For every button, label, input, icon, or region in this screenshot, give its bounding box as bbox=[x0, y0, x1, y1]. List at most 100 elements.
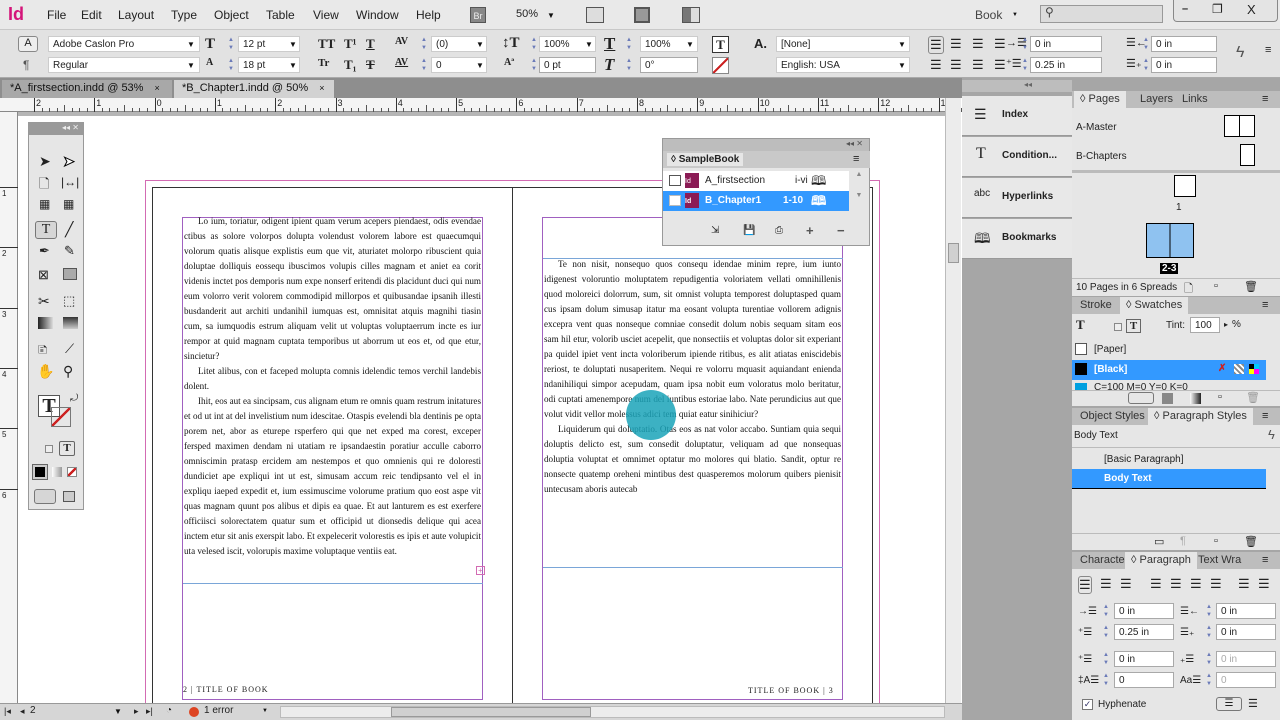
paragraph-composer-icon[interactable]: ☰ bbox=[1248, 697, 1258, 710]
close-tab-icon[interactable]: × bbox=[319, 83, 324, 93]
font-size-dropdown-icon[interactable]: ▼ bbox=[289, 40, 297, 49]
strikethrough-button[interactable]: T bbox=[366, 57, 375, 73]
small-caps-button[interactable]: Tr bbox=[318, 57, 329, 69]
pencil-tool-icon[interactable]: ✎ bbox=[64, 243, 75, 259]
kerning-stepper[interactable]: ▲ ▼ bbox=[420, 36, 428, 52]
show-color-swatches-icon[interactable] bbox=[1162, 393, 1173, 404]
align-left-button[interactable]: ☰ bbox=[928, 36, 944, 54]
screen-mode-icon[interactable] bbox=[634, 7, 650, 23]
book-item-b-chapter1[interactable]: Id B_Chapter1 1-10 🕮 bbox=[663, 191, 849, 211]
first-line-indent-field[interactable]: 0.25 in bbox=[1114, 624, 1174, 640]
tools-panel-header[interactable]: ◂◂ ✕ bbox=[29, 123, 83, 135]
new-style-icon[interactable]: ▫ bbox=[1214, 535, 1218, 547]
rectangle-frame-tool-icon[interactable]: ⊠ bbox=[38, 267, 49, 283]
baseline-shift-field[interactable]: 0 pt bbox=[539, 57, 596, 73]
justify-right-button[interactable]: ☰ bbox=[972, 57, 984, 73]
pen-tool-icon[interactable]: ✒ bbox=[39, 243, 50, 259]
rectangle-tool-icon[interactable] bbox=[63, 268, 77, 280]
align-towards-spine-button[interactable]: ☰ bbox=[994, 36, 1006, 52]
last-line-indent-stepper[interactable]: ▲ ▼ bbox=[1142, 57, 1150, 73]
last-line-indent-stepper[interactable]: ▲ ▼ bbox=[1205, 624, 1213, 640]
style-source-icon[interactable] bbox=[669, 175, 681, 186]
tab-links[interactable]: Links bbox=[1176, 91, 1214, 108]
vertical-scale-dropdown-icon[interactable]: ▼ bbox=[585, 40, 593, 49]
tab-swatches[interactable]: ◊ Swatches bbox=[1120, 297, 1189, 314]
zoom-dropdown-icon[interactable]: ▼ bbox=[547, 11, 555, 20]
pages-divider[interactable] bbox=[1072, 170, 1280, 173]
content-collector-icon[interactable]: ▦ bbox=[39, 197, 50, 211]
text-fill-stroke-icon[interactable]: T bbox=[1076, 317, 1098, 337]
dock-item-conditional-text[interactable]: T Condition... bbox=[962, 137, 1072, 177]
vertical-ruler[interactable]: 1 2 3 4 5 6 bbox=[0, 112, 18, 703]
direct-selection-tool-icon[interactable]: ➤ bbox=[63, 153, 76, 170]
horizontal-scroll-thumb[interactable] bbox=[391, 707, 591, 717]
eyedropper-tool-icon[interactable]: ⟋ bbox=[65, 341, 74, 357]
tint-field[interactable]: 100 bbox=[1190, 317, 1220, 333]
menu-table[interactable]: Table bbox=[266, 8, 295, 22]
drop-cap-chars-field[interactable]: 0 bbox=[1216, 672, 1276, 688]
left-indent-field[interactable]: 0 in bbox=[1114, 603, 1174, 619]
subscript-button[interactable]: T₁ bbox=[344, 57, 357, 73]
book-list-scrollbar[interactable]: ▲ ▼ bbox=[849, 171, 869, 221]
master-b[interactable]: B-Chapters bbox=[1076, 151, 1127, 162]
horizontal-scale-stepper[interactable]: ▲ ▼ bbox=[625, 36, 633, 52]
swatch-cyan[interactable]: C=100 M=0 Y=0 K=0 bbox=[1072, 380, 1266, 390]
control-panel-menu-icon[interactable]: ≡ bbox=[1265, 44, 1271, 56]
first-line-indent-stepper[interactable]: ▲ ▼ bbox=[1021, 57, 1029, 73]
dock-collapse-button[interactable]: ◂◂ bbox=[962, 80, 1072, 92]
formatting-affects-text-icon[interactable]: T bbox=[59, 441, 75, 456]
gap-tool-icon[interactable]: |↔| bbox=[61, 175, 79, 189]
horizontal-ruler[interactable]: 21012345678910111213 bbox=[0, 98, 992, 112]
baseline-shift-stepper[interactable]: ▲ ▼ bbox=[530, 57, 538, 73]
align-center-button[interactable]: ☰ bbox=[950, 36, 962, 52]
remove-document-icon[interactable]: − bbox=[837, 223, 845, 238]
paragraph-panel-menu-icon[interactable]: ≡ bbox=[1262, 554, 1268, 566]
page-tool-icon[interactable]: 🗋 bbox=[39, 175, 49, 197]
close-window-button[interactable]: X bbox=[1247, 2, 1256, 17]
right-indent-field[interactable]: 0 in bbox=[1216, 603, 1276, 619]
search-input[interactable] bbox=[1040, 5, 1163, 23]
tab-object-styles[interactable]: Object Styles bbox=[1074, 408, 1151, 425]
arrange-documents-icon[interactable] bbox=[682, 7, 700, 23]
right-indent-field[interactable]: 0 in bbox=[1151, 36, 1217, 52]
styles-panel-menu-icon[interactable]: ≡ bbox=[1262, 410, 1268, 422]
paragraph-formatting-mode-button[interactable]: ¶ bbox=[23, 58, 29, 72]
new-swatch-icon[interactable]: ▫ bbox=[1218, 391, 1222, 403]
book-title[interactable]: ◊ SampleBook bbox=[667, 153, 744, 166]
horizontal-scale-dropdown-icon[interactable]: ▼ bbox=[686, 40, 694, 49]
first-page-button[interactable]: |◂ bbox=[4, 706, 11, 717]
text-fill-swatch[interactable]: T bbox=[712, 36, 729, 53]
preview-mode-icon[interactable] bbox=[63, 491, 75, 502]
line-tool-icon[interactable]: ╱ bbox=[65, 221, 73, 238]
tab-paragraph-styles[interactable]: ◊ Paragraph Styles bbox=[1148, 408, 1253, 425]
scissors-tool-icon[interactable]: ✂ bbox=[38, 293, 50, 310]
first-line-indent-field[interactable]: 0.25 in bbox=[1030, 57, 1102, 73]
book-panel-menu-icon[interactable]: ≡ bbox=[853, 153, 859, 165]
justify-left-button[interactable]: ☰ bbox=[1150, 576, 1162, 592]
menu-edit[interactable]: Edit bbox=[81, 8, 102, 22]
space-before-field[interactable]: 0 in bbox=[1114, 651, 1174, 667]
view-options-icon[interactable] bbox=[586, 7, 604, 23]
left-indent-stepper[interactable]: ▲ ▼ bbox=[1102, 603, 1110, 619]
synchronize-icon[interactable]: ⇲ bbox=[711, 225, 719, 236]
style-source-checkbox[interactable] bbox=[669, 195, 681, 206]
clear-overrides-icon[interactable]: ¶ bbox=[1180, 535, 1186, 547]
justify-all-button[interactable]: ☰ bbox=[1210, 576, 1222, 592]
justify-all-button[interactable]: ☰ bbox=[994, 57, 1006, 73]
show-gradient-swatches-icon[interactable] bbox=[1190, 393, 1201, 404]
text-formatting-icon[interactable]: T bbox=[1126, 319, 1141, 333]
tint-slider-arrow[interactable]: ▸ bbox=[1224, 320, 1228, 329]
page-1-thumbnail[interactable] bbox=[1174, 175, 1196, 197]
swatch-black[interactable]: [Black] ✗ bbox=[1072, 360, 1266, 380]
drop-cap-lines-stepper[interactable]: ▲ ▼ bbox=[1102, 672, 1110, 688]
close-tab-icon[interactable]: × bbox=[155, 83, 160, 93]
last-line-indent-field[interactable]: 0 in bbox=[1151, 57, 1217, 73]
scroll-thumb[interactable] bbox=[948, 243, 959, 263]
language-select[interactable]: English: USA bbox=[776, 57, 910, 73]
print-book-icon[interactable]: ⎙ bbox=[775, 225, 783, 236]
skew-field[interactable]: 0° bbox=[640, 57, 698, 73]
delete-page-icon[interactable]: 🗑 bbox=[1244, 280, 1258, 293]
space-after-field[interactable]: 0 in bbox=[1216, 651, 1276, 667]
stroke-swatch[interactable] bbox=[51, 407, 71, 427]
align-right-button[interactable]: ☰ bbox=[1120, 576, 1132, 592]
